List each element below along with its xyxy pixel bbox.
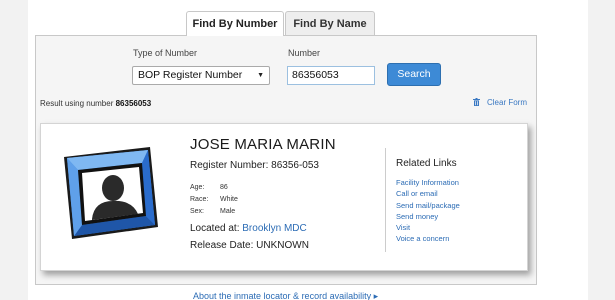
trash-icon bbox=[473, 98, 480, 106]
register-number-label: Register Number: bbox=[190, 160, 269, 171]
related-link-send-mail-package[interactable]: Send mail/package bbox=[396, 200, 460, 211]
related-links-list: Facility Information Call or email Send … bbox=[396, 177, 460, 245]
inmate-photo-placeholder-icon bbox=[64, 147, 158, 239]
related-link-voice-a-concern[interactable]: Voice a concern bbox=[396, 233, 460, 244]
race-label: Race: bbox=[190, 196, 209, 203]
release-date-value: UNKNOWN bbox=[256, 240, 309, 251]
result-prefix: Result using number bbox=[40, 99, 114, 108]
tab-find-by-name[interactable]: Find By Name bbox=[285, 11, 375, 36]
result-number: 86356053 bbox=[115, 99, 152, 108]
location-label: Located at: bbox=[190, 223, 240, 234]
register-number-value: 86356-053 bbox=[271, 160, 319, 171]
clear-form-link[interactable]: Clear Form bbox=[473, 98, 527, 107]
number-input[interactable]: 86356053 bbox=[287, 66, 375, 85]
card-divider bbox=[385, 148, 386, 252]
type-of-number-select[interactable]: BOP Register Number ▼ bbox=[132, 66, 270, 85]
facility-link[interactable]: Brooklyn MDC bbox=[242, 223, 306, 234]
location: Located at: Brooklyn MDC bbox=[190, 223, 307, 234]
sex-label: Sex: bbox=[190, 208, 205, 215]
related-link-facility-information[interactable]: Facility Information bbox=[396, 177, 460, 188]
race-value: White bbox=[220, 196, 238, 203]
age-label: Age: bbox=[190, 184, 205, 191]
register-number: Register Number: 86356-053 bbox=[190, 160, 319, 171]
related-link-call-or-email[interactable]: Call or email bbox=[396, 188, 460, 199]
release-date: Release Date: UNKNOWN bbox=[190, 240, 309, 251]
age-value: 86 bbox=[220, 184, 228, 191]
related-link-visit[interactable]: Visit bbox=[396, 222, 460, 233]
sex-value: Male bbox=[220, 208, 236, 215]
dropdown-arrow-icon: ▼ bbox=[257, 72, 264, 79]
tab-find-by-number[interactable]: Find By Number bbox=[186, 11, 284, 36]
inmate-name: JOSE MARIA MARIN bbox=[190, 136, 336, 153]
search-button[interactable]: Search bbox=[387, 63, 441, 86]
result-summary: Result using number 86356053 bbox=[40, 99, 151, 108]
number-label: Number bbox=[288, 48, 321, 58]
related-links-title: Related Links bbox=[396, 158, 457, 169]
select-value: BOP Register Number bbox=[138, 69, 243, 81]
about-inmate-locator-link[interactable]: About the inmate locator & record availa… bbox=[193, 291, 378, 300]
clear-form-label: Clear Form bbox=[487, 98, 528, 107]
release-date-label: Release Date: bbox=[190, 240, 254, 251]
related-link-send-money[interactable]: Send money bbox=[396, 211, 460, 222]
type-of-number-label: Type of Number bbox=[133, 48, 198, 58]
